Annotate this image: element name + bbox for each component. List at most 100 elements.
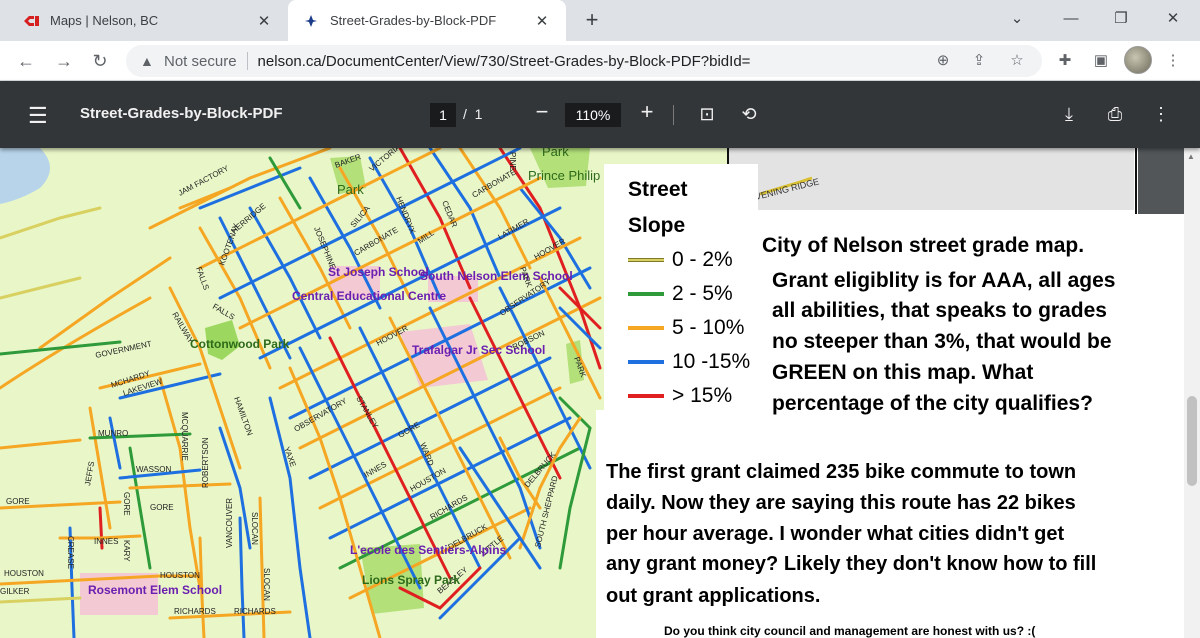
street-label: INNES: [94, 537, 118, 546]
print-icon[interactable]: ⎙: [1102, 101, 1128, 127]
street-label: GORE: [150, 503, 174, 512]
annotation-line: The first grant claimed 235 bike commute…: [606, 461, 1077, 483]
close-tab-icon[interactable]: ✕: [532, 12, 552, 30]
street-label: GILKER: [0, 587, 30, 596]
tab-title: Street-Grades-by-Block-PDF: [330, 13, 497, 28]
annotation-line: no steeper than 3%, that would be: [772, 330, 1112, 353]
more-actions-icon[interactable]: ⋮: [1148, 101, 1174, 127]
street-label: GORE: [122, 492, 131, 516]
legend-item: > 15%: [628, 384, 732, 408]
pdf-title: Street-Grades-by-Block-PDF: [80, 105, 283, 122]
street-label: VANCOUVER: [225, 498, 234, 548]
pdf-toolbar: ☰ Street-Grades-by-Block-PDF 1 / 1 − 110…: [0, 81, 1200, 148]
legend-swatch: [628, 292, 664, 296]
legend-swatch: [628, 258, 664, 262]
minimize-icon[interactable]: —: [1046, 0, 1096, 36]
street-label: CREASE: [66, 536, 75, 569]
zoom-in-button[interactable]: +: [634, 99, 660, 125]
legend-item: 5 - 10%: [628, 316, 744, 340]
pdf-viewport[interactable]: VENING RIDGE JAM FACTORY BAKER VICTORIA …: [0, 148, 1184, 638]
annotation-line: percentage of the city qualifies?: [772, 392, 1093, 415]
city-logo-icon: [302, 13, 320, 29]
street-label: HOUSTON: [4, 569, 44, 578]
legend-title: Street: [628, 178, 688, 201]
legend-label: > 15%: [672, 384, 733, 407]
rotate-icon[interactable]: ⟲: [736, 101, 762, 127]
street-label: PINE: [508, 152, 517, 171]
side-panel-icon[interactable]: ▣: [1088, 47, 1114, 73]
close-tab-icon[interactable]: ✕: [254, 12, 274, 30]
legend-item: 0 - 2%: [628, 248, 733, 272]
zoom-out-button[interactable]: −: [529, 99, 555, 125]
annotation-line: daily. Now they are saying this route ha…: [606, 492, 1076, 514]
page-number-input[interactable]: 1: [430, 103, 456, 127]
fit-page-icon[interactable]: ⊡: [694, 101, 720, 127]
divider: [246, 52, 248, 70]
share-icon[interactable]: ⇪: [966, 47, 992, 73]
school-label: Central Educational Centre: [292, 289, 446, 303]
legend-label: 5 - 10%: [672, 316, 745, 339]
street-label: KARY: [122, 540, 131, 562]
page-count: / 1: [463, 106, 482, 122]
legend-item: 2 - 5%: [628, 282, 733, 306]
legend-swatch: [628, 360, 664, 364]
legend-swatch: [628, 326, 664, 330]
legend-item: 10 -15%: [628, 350, 750, 374]
tab-strip: Maps | Nelson, BC ✕ Street-Grades-by-Blo…: [0, 0, 1200, 41]
download-icon[interactable]: ⤓: [1056, 101, 1082, 127]
park-label: Park: [542, 148, 569, 159]
park-label: Prince Philip: [528, 168, 600, 183]
street-label: ROBERTSON: [201, 437, 210, 488]
street-label: WASSON: [136, 465, 171, 474]
page-total: 1: [474, 106, 483, 122]
school-label: Rosemont Elem School: [88, 583, 222, 597]
browser-toolbar: ← → ↻ ▲ Not secure nelson.ca/DocumentCen…: [0, 41, 1200, 81]
cp-logo-icon: [22, 13, 40, 29]
new-tab-button[interactable]: +: [578, 7, 606, 35]
map-right-gray: [728, 148, 1134, 210]
zoom-level-input[interactable]: 110%: [565, 103, 621, 127]
tab-street-grades[interactable]: Street-Grades-by-Block-PDF ✕: [288, 0, 566, 41]
forward-icon[interactable]: →: [50, 47, 78, 75]
bookmark-star-icon[interactable]: ☆: [1004, 47, 1030, 73]
annotation-line: per hour average. I wonder what cities d…: [606, 523, 1065, 545]
annotation-line: GREEN on this map. What: [772, 361, 1034, 384]
extensions-icon[interactable]: ✚: [1052, 47, 1078, 73]
window-close-icon[interactable]: ✕: [1148, 0, 1198, 36]
annotation-question: Do you think city council and management…: [664, 624, 1036, 638]
page-separator: /: [463, 106, 467, 122]
reload-icon[interactable]: ↻: [86, 47, 114, 75]
scroll-up-icon[interactable]: ▲: [1187, 152, 1195, 161]
legend-title: Slope: [628, 214, 686, 237]
warning-icon[interactable]: ▲: [140, 53, 156, 69]
tab-maps[interactable]: Maps | Nelson, BC ✕: [8, 0, 288, 41]
street-label: MUNRO: [98, 429, 128, 438]
street-label: RICHARDS: [174, 607, 216, 616]
back-icon[interactable]: ←: [12, 47, 40, 75]
toolbar-divider: [673, 105, 674, 125]
street-label: GORE: [6, 497, 30, 506]
browser-menu-icon[interactable]: ⋮: [1160, 47, 1186, 73]
park-label: Cottonwood Park: [190, 337, 290, 351]
security-label[interactable]: Not secure: [164, 53, 237, 70]
scroll-thumb[interactable]: [1187, 396, 1197, 486]
street-label: RICHARDS: [234, 607, 276, 616]
annotation-line: all abilities, that speaks to grades: [772, 299, 1107, 322]
legend-label: 0 - 2%: [672, 248, 733, 271]
vertical-scrollbar[interactable]: ▲: [1184, 148, 1200, 638]
park-label: Park: [337, 182, 364, 197]
restore-icon[interactable]: ❐: [1096, 0, 1146, 36]
profile-avatar[interactable]: [1124, 46, 1152, 74]
tab-search-icon[interactable]: ⌄: [992, 0, 1042, 36]
url-text[interactable]: nelson.ca/DocumentCenter/View/730/Street…: [258, 53, 751, 70]
school-label: L'ecole des Sentiers-Alpins: [350, 543, 507, 557]
annotation-line: any grant money? Likely they don't know …: [606, 553, 1097, 575]
hamburger-menu-icon[interactable]: ☰: [28, 103, 48, 129]
street-label: MCQUARRIE: [180, 412, 189, 461]
legend-label: 2 - 5%: [672, 282, 733, 305]
zoom-icon[interactable]: ⊕: [930, 47, 956, 73]
address-bar[interactable]: ▲ Not secure nelson.ca/DocumentCenter/Vi…: [126, 45, 1042, 77]
park-label: Lions Spray Park: [362, 573, 460, 587]
school-label: St Joseph School: [328, 265, 429, 279]
street-label: SLOCAN: [250, 512, 259, 545]
